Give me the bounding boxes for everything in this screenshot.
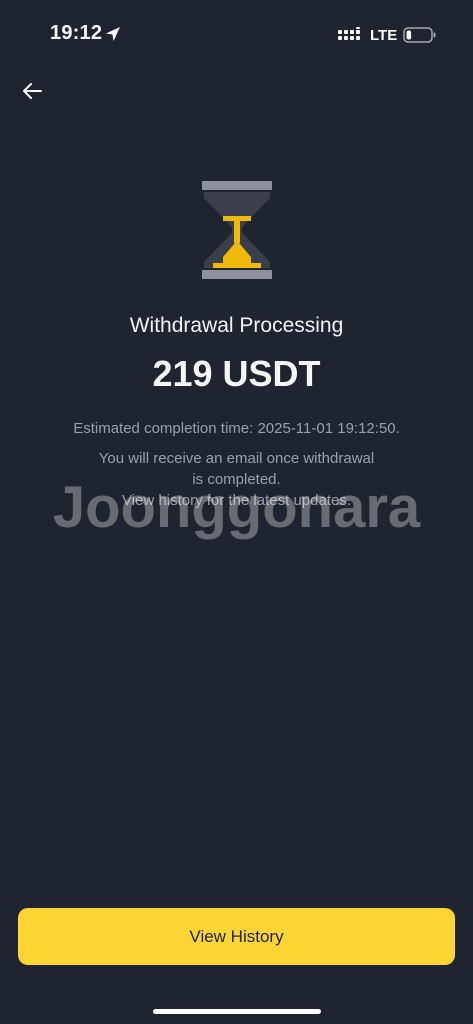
withdrawal-amount: 219 USDT xyxy=(152,353,321,394)
location-arrow-icon xyxy=(106,27,120,41)
status-bar: 19:12 LTE xyxy=(0,0,473,70)
notice-line: is completed. xyxy=(192,471,281,488)
notice-line: You will receive an email once withdrawa… xyxy=(98,450,375,467)
home-indicator xyxy=(153,1009,321,1014)
cellular-signal-icon xyxy=(338,27,360,40)
hourglass-icon xyxy=(202,181,272,279)
view-history-button[interactable]: View History xyxy=(18,908,455,965)
status-title: Withdrawal Processing xyxy=(129,314,344,337)
network-type: LTE xyxy=(370,27,398,44)
status-time: 19:12 xyxy=(50,22,103,44)
battery-icon xyxy=(403,27,436,43)
estimated-completion-time: Estimated completion time: 2025-11-01 19… xyxy=(73,420,400,437)
notice-line: View history for the latest updates. xyxy=(121,492,351,509)
arrow-left-icon xyxy=(23,83,42,99)
withdrawal-notice: You will receive an email once withdrawa… xyxy=(76,448,397,511)
back-button[interactable] xyxy=(16,76,48,106)
